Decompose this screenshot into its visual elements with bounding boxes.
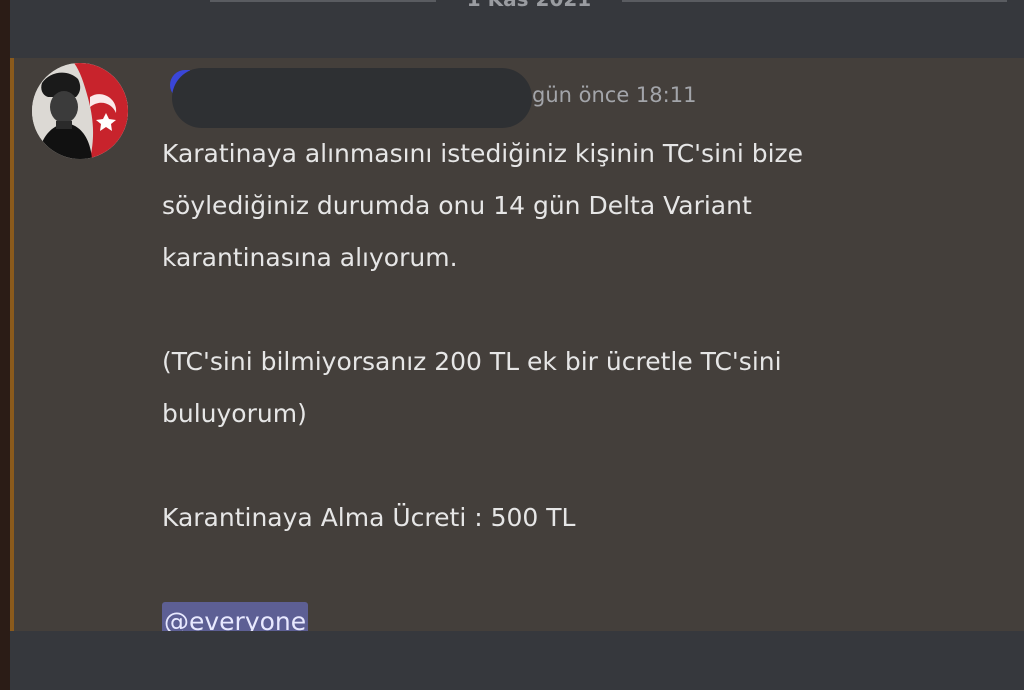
message-line: buluyorum) <box>162 399 307 428</box>
message-line: Karantinaya Alma Ücreti : 500 TL <box>162 503 576 532</box>
username-redacted[interactable] <box>172 68 532 128</box>
message-line: karantinasına alıyorum. <box>162 243 458 272</box>
message-line: Karatinaya alınmasını istediğiniz kişini… <box>162 139 804 168</box>
message-item[interactable]: gün önce 18:11 Karatinaya alınmasını ist… <box>10 58 1024 642</box>
avatar-image <box>32 63 128 159</box>
chat-viewport: 1 Kas 2021 gün önce 18:11 Karatinaya alı… <box>0 0 1024 690</box>
date-divider-label: 1 Kas 2021 <box>436 0 622 11</box>
message-timestamp: gün önce 18:11 <box>532 83 697 107</box>
message-content: Karatinaya alınmasını istediğiniz kişini… <box>162 128 982 648</box>
left-edge <box>0 0 10 690</box>
user-avatar[interactable] <box>32 63 128 159</box>
date-divider-line-left <box>210 0 436 2</box>
chat-footer-area <box>10 631 1024 690</box>
date-divider: 1 Kas 2021 <box>10 0 1024 58</box>
date-divider-line-right <box>622 0 1007 2</box>
message-line: (TC'sini bilmiyorsanız 200 TL ek bir ücr… <box>162 347 782 376</box>
message-line: söylediğiniz durumda onu 14 gün Delta Va… <box>162 191 752 220</box>
